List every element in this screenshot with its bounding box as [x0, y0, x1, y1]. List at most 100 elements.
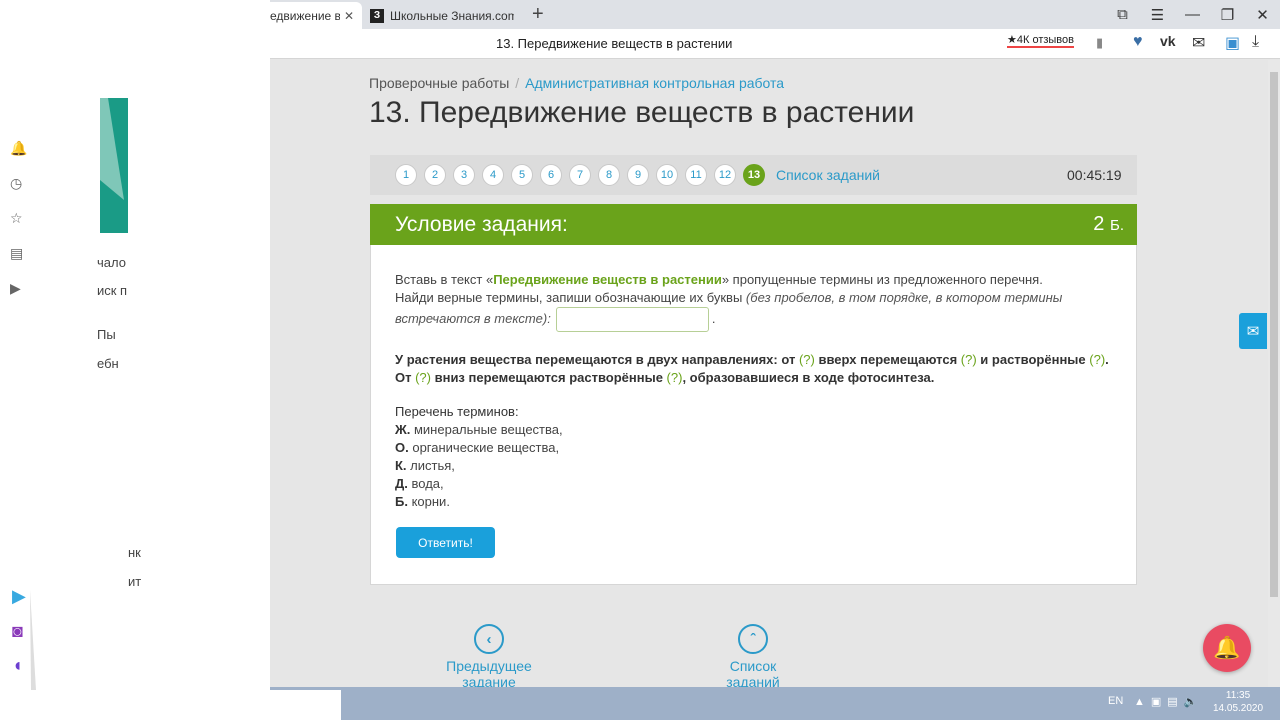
clock-time: 11:35 — [1225, 690, 1251, 701]
task-text-part: и растворённые — [976, 352, 1090, 367]
inactive-tab-title: Школьные Знания.com - Р — [390, 8, 514, 23]
window-controls: ⧉ ☰ — ❐ ✕ — [1105, 0, 1280, 29]
tray-icons[interactable]: ▲▣▤🔈 — [1134, 695, 1203, 708]
overlay-text: ит — [128, 574, 142, 589]
term-text: органические вещества, — [408, 440, 560, 455]
task-number-button[interactable]: 1 — [395, 164, 417, 186]
terms-list: Перечень терминов: Ж. минеральные вещест… — [395, 403, 795, 511]
menu-icon[interactable]: ☰ — [1140, 6, 1175, 24]
term-item: Б. корни. — [395, 493, 795, 511]
task-number-button[interactable]: 9 — [627, 164, 649, 186]
scrollbar-thumb[interactable] — [1270, 72, 1278, 597]
term-letter: Д. — [395, 476, 408, 491]
task-number-button[interactable]: 10 — [656, 164, 678, 186]
task-number-button[interactable]: 11 — [685, 164, 707, 186]
reviews-badge[interactable]: ★4К отзывов — [1007, 33, 1074, 48]
term-item: К. листья, — [395, 457, 795, 475]
blank-marker: (?) — [1089, 352, 1106, 367]
answer-input[interactable] — [555, 307, 709, 332]
task-numbers: 1 2 3 4 5 6 7 8 9 10 11 12 13 Список зад… — [395, 164, 880, 186]
task-number-button[interactable]: 12 — [714, 164, 736, 186]
download-icon[interactable]: ⤓ — [1252, 33, 1259, 51]
bookmark-icon[interactable]: ▮ — [1096, 35, 1103, 51]
task-number-button[interactable]: 8 — [598, 164, 620, 186]
task-text: У растения вещества перемещаются в двух … — [395, 351, 1115, 387]
play-icon[interactable]: ▶ — [10, 280, 21, 297]
task-text-part: От — [395, 370, 416, 385]
term-item: Ж. минеральные вещества, — [395, 421, 795, 439]
breadcrumb-separator: / — [515, 75, 520, 91]
task-number-button[interactable]: 4 — [482, 164, 504, 186]
instruction-text: Вставь в текст «Передвижение веществ в р… — [395, 271, 1095, 332]
star-icon[interactable]: ☆ — [10, 210, 23, 227]
task-number-button[interactable]: 7 — [569, 164, 591, 186]
chevron-up-icon: ˆ — [738, 624, 768, 654]
task-number-button-active[interactable]: 13 — [743, 164, 765, 186]
heart-extension-icon[interactable]: ♥ — [1133, 33, 1143, 51]
task-number-button[interactable]: 3 — [453, 164, 475, 186]
task-text-part: вниз перемещаются растворённые — [430, 370, 667, 385]
close-tab-icon[interactable]: ✕ — [344, 9, 354, 23]
viber-icon[interactable]: ◖ — [12, 655, 23, 676]
prev-task-label: Предыдущее задание — [446, 658, 532, 690]
condition-header: Условие задания: 2 Б. — [370, 204, 1137, 245]
instruction-start: Вставь в текст « — [395, 272, 494, 287]
language-indicator[interactable]: EN — [1108, 695, 1123, 707]
task-list-button[interactable]: ˆ Список заданий — [703, 624, 803, 690]
notes-icon[interactable]: ▤ — [10, 245, 23, 262]
prev-task-button[interactable]: ‹ Предыдущее задание — [421, 624, 557, 690]
blank-marker: (?) — [798, 352, 815, 367]
bell-outline-icon[interactable]: 🔔 — [10, 140, 27, 157]
clock-icon[interactable]: ◷ — [10, 175, 22, 192]
blank-marker: (?) — [960, 352, 977, 367]
timer: 00:45:19 — [1067, 167, 1122, 183]
term-text: вода, — [407, 476, 444, 491]
terms-header: Перечень терминов: — [395, 404, 519, 419]
breadcrumb-item-admin-test[interactable]: Административная контрольная работа — [525, 75, 784, 91]
points-unit: Б. — [1109, 217, 1124, 234]
term-item: Д. вода, — [395, 475, 795, 493]
chat-icon[interactable]: ✉ — [1192, 33, 1205, 53]
znania-favicon-icon: З — [370, 8, 384, 23]
chevron-left-icon: ‹ — [474, 624, 504, 654]
new-tab-button[interactable]: + — [532, 2, 544, 26]
overlay-text: ебн — [97, 356, 119, 371]
clock-date: 14.05.2020 — [1213, 703, 1264, 714]
camera-icon[interactable]: ◙ — [12, 621, 23, 642]
mail-icon[interactable]: ✉ — [1239, 313, 1267, 349]
minimize-icon[interactable]: — — [1175, 6, 1210, 23]
breadcrumb: Проверочные работы / Административная конт… — [369, 75, 784, 91]
vk-icon[interactable]: vk — [1160, 33, 1176, 49]
send-icon[interactable]: ▶ — [12, 586, 26, 607]
task-text-part: вверх перемещаются — [814, 352, 961, 367]
term-text: минеральные вещества, — [410, 422, 563, 437]
task-text-part: У растения вещества перемещаются в двух … — [395, 352, 799, 367]
task-number-button[interactable]: 6 — [540, 164, 562, 186]
term-letter: К. — [395, 458, 407, 473]
submit-button[interactable]: Ответить! — [396, 527, 495, 558]
blank-marker: (?) — [415, 370, 431, 385]
bell-icon[interactable]: 🔔 — [1203, 624, 1251, 672]
answer-dot: . — [711, 310, 716, 326]
task-list-link[interactable]: Список заданий — [776, 167, 880, 183]
page-title: 13. Передвижение веществ в растении — [369, 96, 915, 129]
breadcrumb-item-tests[interactable]: Проверочные работы — [369, 75, 509, 91]
extension-icon[interactable]: ▣ — [1225, 33, 1240, 53]
left-overlay-window — [0, 0, 341, 720]
maximize-icon[interactable]: ❐ — [1210, 6, 1245, 24]
inactive-tab[interactable]: З Школьные Знания.com - Р — [362, 2, 522, 29]
task-text-part: . — [1105, 352, 1109, 367]
bookmarks-panel-icon[interactable]: ⧉ — [1105, 6, 1140, 23]
task-list-label: Список заданий — [726, 658, 780, 690]
instruction-topic: Передвижение веществ в растении — [493, 272, 722, 287]
clock[interactable]: 11:35 14.05.2020 — [1213, 689, 1263, 715]
address-title: 13. Передвижение веществ в растении — [496, 36, 733, 51]
task-number-button[interactable]: 2 — [424, 164, 446, 186]
term-letter: Б. — [395, 494, 408, 509]
overlay-text: нк — [128, 545, 141, 560]
overlay-text: Пы — [97, 327, 116, 342]
instruction-second-line: Найди верные термины, запиши обозначающи… — [395, 290, 746, 305]
close-window-icon[interactable]: ✕ — [1245, 6, 1280, 24]
task-number-button[interactable]: 5 — [511, 164, 533, 186]
task-text-part: , образовавшиеся в ходе фотосинтеза. — [682, 370, 935, 385]
